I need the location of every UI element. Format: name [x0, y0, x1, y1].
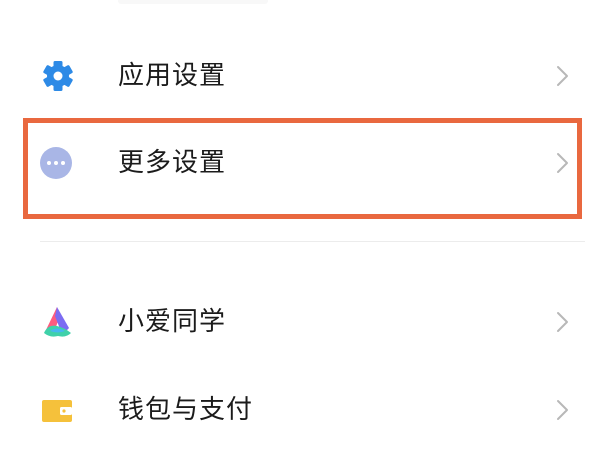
settings-item-label: 钱包与支付 [118, 395, 254, 425]
settings-item-label: 更多设置 [118, 148, 227, 178]
settings-item-xiaoai[interactable]: 小爱同学 [0, 282, 600, 362]
chevron-right-icon [551, 147, 573, 179]
chevron-right-icon [551, 306, 573, 338]
gear-icon [38, 58, 78, 94]
chevron-right-icon [551, 394, 573, 426]
chevron-right-icon [551, 60, 573, 92]
settings-item-wallet-payment[interactable]: 钱包与支付 [0, 370, 600, 450]
wallet-icon [38, 392, 78, 428]
settings-item-app-settings[interactable]: 应用设置 [0, 36, 600, 116]
xiaoai-logo-icon [38, 304, 78, 340]
section-divider [40, 241, 585, 242]
more-dots-icon [38, 145, 78, 181]
previous-setting-item [0, 0, 600, 14]
settings-item-label: 小爱同学 [118, 307, 227, 337]
settings-item-label: 应用设置 [118, 61, 227, 91]
settings-item-more-settings[interactable]: 更多设置 [0, 123, 600, 203]
previous-item-fragment [118, 0, 268, 4]
